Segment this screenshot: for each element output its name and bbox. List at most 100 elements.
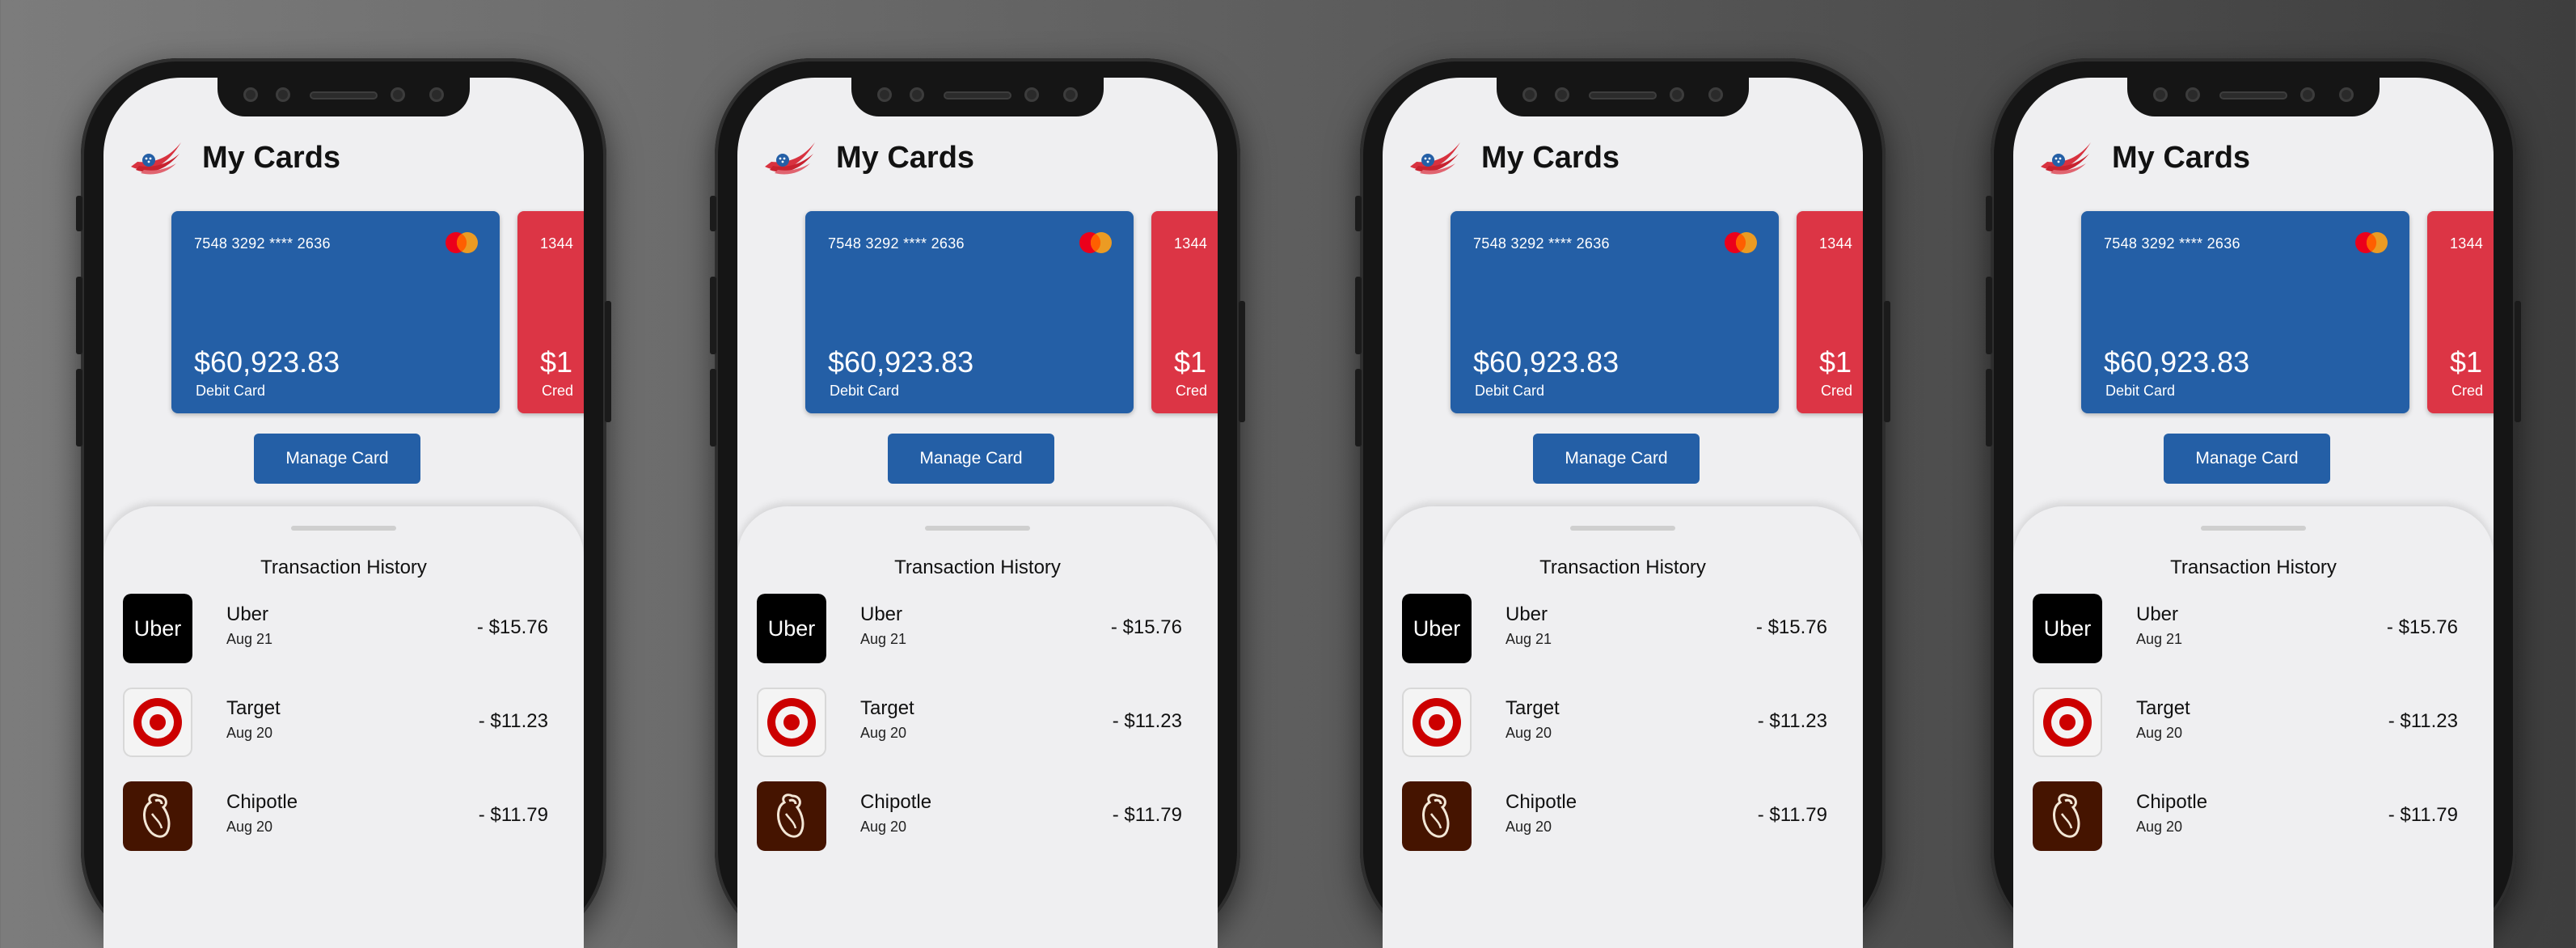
transaction-sheet[interactable]: Transaction History Uber Uber Aug 21 - $… — [737, 506, 1218, 948]
transaction-row[interactable]: Chipotle Aug 20 - $11.79 — [757, 781, 1182, 854]
speaker-grille — [944, 91, 1011, 99]
transaction-sheet[interactable]: Transaction History Uber Uber Aug 21 - $… — [103, 506, 584, 948]
chipotle-logo-icon — [757, 781, 826, 851]
volume-down-button — [1986, 369, 1992, 446]
credit-card[interactable]: 1344 $1 Cred — [1797, 211, 1863, 413]
uber-logo-text: Uber — [134, 616, 182, 641]
card-type: Cred — [1176, 383, 1208, 399]
card-type: Debit Card — [196, 383, 266, 399]
transaction-date: Aug 20 — [860, 725, 907, 741]
power-button — [605, 301, 611, 422]
sheet-drag-handle[interactable] — [925, 526, 1030, 531]
eagle-flag-logo-icon — [1410, 142, 1460, 175]
sheet-drag-handle[interactable] — [2201, 526, 2306, 531]
transaction-history-title: Transaction History — [1539, 557, 1706, 578]
merchant-name: Chipotle — [2136, 791, 2208, 813]
debit-card[interactable]: 7548 3292 **** 2636 $60,923.83 Debit Car… — [805, 211, 1134, 413]
transaction-date: Aug 20 — [226, 819, 273, 835]
card-balance: $1 — [1174, 345, 1207, 379]
sensor-dot — [1670, 87, 1684, 102]
debit-card[interactable]: 7548 3292 **** 2636 $60,923.83 Debit Car… — [171, 211, 500, 413]
merchant-name: Uber — [226, 603, 269, 625]
transaction-sheet[interactable]: Transaction History Uber Uber Aug 21 - $… — [1383, 506, 1863, 948]
speaker-grille — [2219, 91, 2287, 99]
transaction-row[interactable]: Chipotle Aug 20 - $11.79 — [1402, 781, 1827, 854]
card-number: 1344 — [1174, 235, 1208, 252]
sensor-dot — [1708, 87, 1723, 102]
camera-dot — [1555, 87, 1569, 102]
transaction-amount: - $11.23 — [1757, 710, 1827, 732]
transaction-history-title: Transaction History — [894, 557, 1061, 578]
sensor-dot — [243, 87, 258, 102]
credit-card[interactable]: 1344 $1 Cred — [517, 211, 584, 413]
mastercard-icon — [446, 232, 478, 253]
transaction-row[interactable]: Uber Uber Aug 21 - $15.76 — [1402, 594, 1827, 667]
credit-card[interactable]: 1344 $1 Cred — [1151, 211, 1218, 413]
speaker-grille — [310, 91, 378, 99]
uber-logo-text: Uber — [1413, 616, 1461, 641]
transaction-sheet[interactable]: Transaction History Uber Uber Aug 21 - $… — [2013, 506, 2494, 948]
card-type: Cred — [2451, 383, 2484, 399]
card-number: 1344 — [2450, 235, 2484, 252]
card-number: 7548 3292 **** 2636 — [828, 235, 965, 252]
sensor-dot — [877, 87, 892, 102]
transaction-date: Aug 20 — [1505, 819, 1552, 835]
debit-card[interactable]: 7548 3292 **** 2636 $60,923.83 Debit Car… — [1451, 211, 1779, 413]
transaction-amount: - $15.76 — [2386, 616, 2458, 638]
card-type: Cred — [542, 383, 574, 399]
volume-up-button — [76, 277, 82, 354]
manage-card-button[interactable]: Manage Card — [2164, 434, 2330, 484]
card-type: Debit Card — [1475, 383, 1545, 399]
transaction-row[interactable]: Uber Uber Aug 21 - $15.76 — [123, 594, 548, 667]
silent-switch — [1355, 196, 1362, 231]
transaction-row[interactable]: Uber Uber Aug 21 - $15.76 — [757, 594, 1182, 667]
merchant-name: Chipotle — [226, 791, 298, 813]
manage-card-button[interactable]: Manage Card — [254, 434, 420, 484]
debit-card[interactable]: 7548 3292 **** 2636 $60,923.83 Debit Car… — [2081, 211, 2409, 413]
manage-card-button[interactable]: Manage Card — [1533, 434, 1700, 484]
transaction-row[interactable]: Chipotle Aug 20 - $11.79 — [2033, 781, 2458, 854]
card-balance: $1 — [540, 345, 573, 379]
merchant-name: Chipotle — [1505, 791, 1577, 813]
app-header: My Cards — [1408, 138, 1620, 178]
card-balance: $60,923.83 — [194, 345, 340, 379]
transaction-history-title: Transaction History — [260, 557, 427, 578]
transaction-amount: - $11.23 — [1112, 710, 1182, 732]
sheet-drag-handle[interactable] — [1570, 526, 1675, 531]
camera-dot — [276, 87, 290, 102]
uber-logo-text: Uber — [768, 616, 816, 641]
card-number: 7548 3292 **** 2636 — [2104, 235, 2240, 252]
credit-card[interactable]: 1344 $1 Cred — [2427, 211, 2494, 413]
transaction-date: Aug 20 — [2136, 819, 2183, 835]
transaction-row[interactable]: Target Aug 20 - $11.23 — [2033, 688, 2458, 760]
sheet-drag-handle[interactable] — [291, 526, 396, 531]
card-balance: $60,923.83 — [2104, 345, 2250, 379]
transaction-amount: - $15.76 — [1110, 616, 1182, 638]
merchant-name: Uber — [1505, 603, 1548, 625]
app-header: My Cards — [2039, 138, 2250, 178]
transaction-row[interactable]: Chipotle Aug 20 - $11.79 — [123, 781, 548, 854]
notch — [2127, 78, 2380, 116]
transaction-row[interactable]: Uber Uber Aug 21 - $15.76 — [2033, 594, 2458, 667]
volume-down-button — [1355, 369, 1362, 446]
card-balance: $1 — [1819, 345, 1852, 379]
transaction-amount: - $11.23 — [478, 710, 548, 732]
merchant-name: Uber — [2136, 603, 2179, 625]
phone-mockup: My Cards 7548 3292 **** 2636 $60,923.83 … — [1986, 58, 2521, 948]
mastercard-icon — [1079, 232, 1112, 253]
merchant-name: Target — [226, 697, 281, 719]
phone-screen: My Cards 7548 3292 **** 2636 $60,923.83 … — [1383, 78, 1863, 948]
volume-up-button — [1986, 277, 1992, 354]
chipotle-logo-icon — [1402, 781, 1472, 851]
sensor-dot — [2339, 87, 2354, 102]
transaction-row[interactable]: Target Aug 20 - $11.23 — [757, 688, 1182, 760]
card-number: 1344 — [1819, 235, 1853, 252]
transaction-row[interactable]: Target Aug 20 - $11.23 — [1402, 688, 1827, 760]
transaction-row[interactable]: Target Aug 20 - $11.23 — [123, 688, 548, 760]
power-button — [2515, 301, 2521, 422]
power-button — [1239, 301, 1245, 422]
uber-logo-icon: Uber — [757, 594, 826, 663]
manage-card-button[interactable]: Manage Card — [888, 434, 1054, 484]
uber-logo-icon: Uber — [2033, 594, 2102, 663]
transaction-date: Aug 21 — [860, 631, 907, 647]
